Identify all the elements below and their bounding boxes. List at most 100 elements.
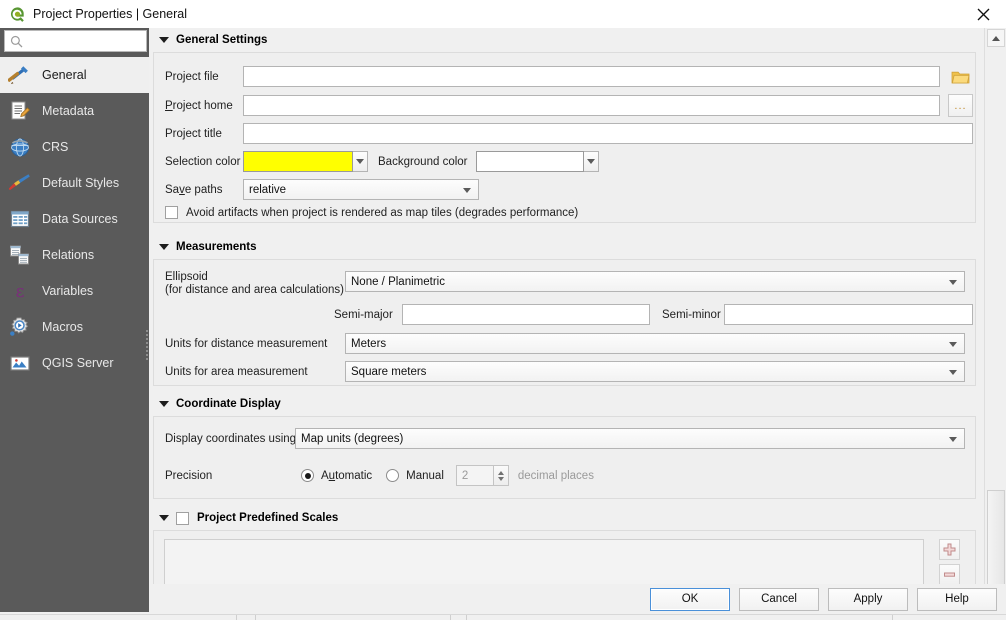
precision-automatic-radio[interactable] (301, 469, 314, 482)
decimal-places-input[interactable]: 2 (455, 465, 494, 486)
save-paths-combobox[interactable]: relative (243, 179, 479, 200)
folder-open-icon[interactable] (948, 65, 973, 88)
document-edit-icon (7, 98, 33, 124)
scrollbar-thumb[interactable] (987, 490, 1005, 590)
ok-button[interactable]: OK (650, 587, 730, 611)
save-paths-label: Save paths (165, 183, 223, 196)
sidebar-nav-list: General Metadata CRS Default Styles Data… (0, 57, 149, 381)
sidebar-item-label: Macros (42, 320, 83, 334)
semi-axes-row: Semi-major Semi-minor (334, 304, 973, 325)
sidebar-item-default-styles[interactable]: Default Styles (0, 165, 149, 201)
ellipsoid-label-line2: (for distance and area calculations) (165, 284, 344, 296)
dialog-button-bar: OK Cancel Apply Help (149, 584, 1006, 614)
predefined-scales-group: Project Predefined Scales (149, 510, 980, 584)
project-home-row: Project home ... (165, 94, 973, 117)
project-home-input[interactable] (243, 95, 940, 116)
distance-units-value: Meters (351, 337, 387, 350)
semi-minor-input[interactable] (724, 304, 973, 325)
measurements-box: Ellipsoid (for distance and area calcula… (153, 259, 976, 386)
table-icon (7, 206, 33, 232)
add-scale-button[interactable] (939, 539, 960, 560)
background-color-label: Background color (378, 155, 468, 168)
collapse-triangle-icon[interactable] (159, 37, 169, 43)
browse-project-home-button[interactable]: ... (948, 94, 973, 117)
collapse-triangle-icon[interactable] (159, 401, 169, 407)
coordinate-display-box: Display coordinates using Map units (deg… (153, 416, 976, 499)
distance-units-label: Units for distance measurement (165, 337, 328, 350)
status-bar (0, 614, 1006, 620)
sidebar-item-crs[interactable]: CRS (0, 129, 149, 165)
sidebar-item-label: CRS (42, 140, 69, 154)
relations-icon (7, 242, 33, 268)
avoid-artifacts-label: Avoid artifacts when project is rendered… (186, 206, 579, 219)
project-file-row: Project file (165, 65, 973, 88)
project-home-label: Project home (165, 99, 233, 112)
sidebar-item-macros[interactable]: Macros (0, 309, 149, 345)
distance-units-combobox[interactable]: Meters (345, 333, 965, 354)
plus-icon (943, 543, 956, 556)
selection-color-button[interactable] (243, 151, 353, 172)
sidebar-item-label: Metadata (42, 104, 95, 118)
close-window-button[interactable] (960, 0, 1006, 28)
remove-scale-button[interactable] (939, 564, 960, 584)
selection-color-dropdown[interactable] (353, 151, 368, 172)
qgis-logo-icon (8, 5, 26, 23)
paintbrush-icon (7, 170, 33, 196)
precision-manual-label: Manual (406, 469, 444, 482)
sidebar-item-data-sources[interactable]: Data Sources (0, 201, 149, 237)
sidebar-item-label: Variables (42, 284, 94, 298)
area-units-combobox[interactable]: Square meters (345, 361, 965, 382)
sidebar-item-label: General (42, 68, 87, 82)
collapse-triangle-icon[interactable] (159, 515, 169, 521)
general-settings-header: General Settings (149, 32, 980, 48)
epsilon-icon: ε (7, 278, 33, 304)
general-settings-group: General Settings Project file Project ho… (149, 32, 980, 223)
predefined-scales-list[interactable] (164, 539, 924, 584)
ellipsoid-combobox[interactable]: None / Planimetric (345, 271, 965, 292)
precision-label: Precision (165, 469, 213, 482)
title-bar: Project Properties | General (0, 0, 1006, 28)
save-paths-value: relative (249, 183, 287, 196)
predefined-scales-checkbox[interactable] (176, 511, 189, 525)
sidebar-item-variables[interactable]: ε Variables (0, 273, 149, 309)
avoid-artifacts-checkbox[interactable] (165, 206, 178, 219)
coordinate-display-group: Coordinate Display Display coordinates u… (149, 396, 980, 499)
background-color-button[interactable] (475, 151, 584, 172)
apply-button[interactable]: Apply (828, 587, 908, 611)
ellipsis-label: ... (954, 99, 967, 112)
sidebar-search-box[interactable] (4, 30, 147, 52)
project-file-input[interactable] (243, 66, 940, 87)
display-coordinates-combobox[interactable]: Map units (degrees) (295, 428, 965, 449)
save-paths-row: Save paths relative (165, 179, 479, 200)
cancel-button[interactable]: Cancel (739, 587, 819, 611)
precision-automatic-label: Automatic (321, 469, 373, 482)
scroll-up-button[interactable] (987, 29, 1005, 47)
project-title-input[interactable] (243, 123, 973, 144)
area-units-row: Units for area measurement Square meters (165, 361, 965, 382)
search-icon (10, 35, 23, 48)
tools-icon (7, 62, 33, 88)
content-vertical-scrollbar[interactable] (984, 28, 1006, 612)
ellipsoid-value: None / Planimetric (351, 275, 445, 288)
predefined-scales-box (153, 530, 976, 584)
semi-major-input[interactable] (402, 304, 650, 325)
decimal-places-stepper[interactable] (493, 465, 509, 486)
sidebar-item-qgis-server[interactable]: QGIS Server (0, 345, 149, 381)
sidebar-item-general[interactable]: General (0, 57, 149, 93)
precision-row: Precision Automatic Manual 2 decimal pla… (165, 465, 594, 486)
measurements-group: Measurements Ellipsoid (for distance and… (149, 239, 980, 386)
help-button[interactable]: Help (917, 587, 997, 611)
sidebar-item-relations[interactable]: Relations (0, 237, 149, 273)
sidebar-item-metadata[interactable]: Metadata (0, 93, 149, 129)
precision-manual-radio[interactable] (386, 469, 400, 482)
ellipsoid-row: Ellipsoid (for distance and area calcula… (165, 271, 965, 297)
search-input[interactable] (27, 34, 145, 48)
display-coordinates-label: Display coordinates using (165, 432, 297, 445)
sidebar-item-label: QGIS Server (42, 356, 114, 370)
background-color-dropdown[interactable] (583, 151, 599, 172)
semi-major-label: Semi-major (334, 308, 393, 321)
globe-icon (7, 134, 33, 160)
display-coordinates-value: Map units (degrees) (301, 432, 404, 445)
collapse-triangle-icon[interactable] (159, 244, 169, 250)
group-title: Project Predefined Scales (197, 512, 339, 524)
